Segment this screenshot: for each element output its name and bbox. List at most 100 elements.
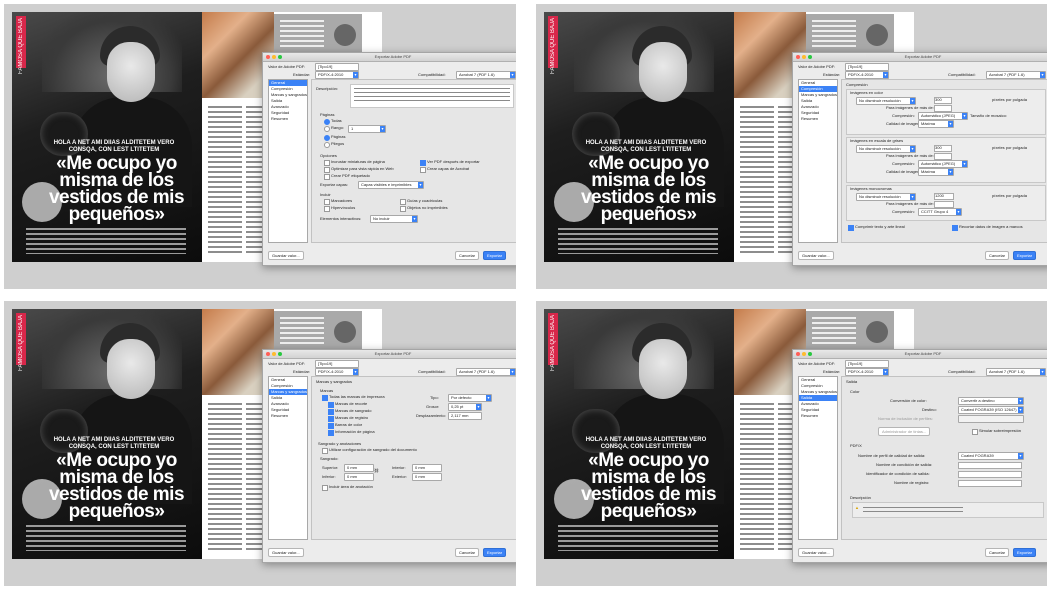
close-icon[interactable] bbox=[796, 55, 800, 59]
all-pages-radio[interactable] bbox=[324, 119, 330, 125]
standard-select[interactable]: PDF/X-4:2010 ▾ bbox=[845, 71, 889, 79]
bleed-outside-input[interactable]: 0 mm bbox=[412, 473, 442, 481]
minimize-icon[interactable] bbox=[802, 55, 806, 59]
compat-select[interactable]: Acrobat 7 (PDF 1.6) ▾ bbox=[456, 71, 516, 79]
close-icon[interactable] bbox=[266, 55, 270, 59]
section-title: Marcas y sangrados bbox=[316, 379, 353, 384]
preset-select[interactable]: [Tipo19] bbox=[315, 63, 359, 71]
bleed-section-label: Sangrado y anotaciones bbox=[318, 441, 362, 446]
condition-id-input[interactable] bbox=[958, 471, 1022, 478]
crop-marks-checkbox[interactable] bbox=[328, 402, 334, 408]
zoom-icon[interactable] bbox=[278, 352, 282, 356]
color-above-input[interactable] bbox=[934, 105, 952, 112]
mono-compression-select[interactable]: CCITT Grupo 4 ▾ bbox=[918, 208, 962, 216]
cancel-button[interactable]: Cancelar bbox=[455, 251, 480, 260]
color-conversion-select[interactable]: Convertir a destino ▾ bbox=[958, 397, 1024, 405]
registry-name-input[interactable] bbox=[958, 480, 1022, 487]
mono-downsample-select[interactable]: No disminuir resolución ▾ bbox=[856, 193, 916, 201]
marks-offset-input[interactable]: 2,117 mm bbox=[448, 412, 482, 420]
minimize-icon[interactable] bbox=[272, 352, 276, 356]
reg-marks-checkbox[interactable] bbox=[328, 416, 334, 422]
color-bars-checkbox[interactable] bbox=[328, 423, 334, 429]
bleed-marks-checkbox[interactable] bbox=[328, 409, 334, 415]
use-doc-bleed-checkbox[interactable] bbox=[322, 448, 328, 454]
mono-above-input[interactable] bbox=[934, 201, 954, 208]
save-preset-button[interactable]: Guardar valor... bbox=[798, 548, 834, 557]
sidebar-item-summary[interactable]: Resumen bbox=[269, 413, 307, 419]
standard-select[interactable]: PDF/X-4:2010 ▾ bbox=[845, 368, 889, 376]
export-button[interactable]: Exportar bbox=[1013, 548, 1037, 557]
simulate-overprint-checkbox[interactable] bbox=[972, 429, 978, 435]
non-printing-checkbox[interactable] bbox=[400, 206, 406, 212]
condition-name-input[interactable] bbox=[958, 462, 1022, 469]
bleed-bottom-input[interactable]: 0 mm bbox=[344, 473, 374, 481]
gray-downsample-select[interactable]: No disminuir resolución ▾ bbox=[856, 145, 916, 153]
thumbnails-checkbox[interactable] bbox=[324, 160, 330, 166]
sidebar-item-summary[interactable]: Resumen bbox=[799, 413, 837, 419]
cancel-button[interactable]: Cancelar bbox=[985, 251, 1010, 260]
compat-select[interactable]: Acrobat 7 (PDF 1.6) ▾ bbox=[986, 71, 1046, 79]
text-column bbox=[740, 106, 774, 256]
all-marks-checkbox[interactable] bbox=[322, 395, 328, 401]
sidebar-item-summary[interactable]: Resumen bbox=[269, 116, 307, 122]
bleed-top-input[interactable]: 0 mm bbox=[344, 464, 374, 472]
acrobat-layers-checkbox[interactable] bbox=[420, 167, 426, 173]
tagged-pdf-checkbox[interactable] bbox=[324, 174, 330, 180]
marks-weight-select[interactable]: 0,25 pt ▾ bbox=[448, 403, 482, 411]
color-downsample-select[interactable]: No disminuir resolución ▾ bbox=[856, 97, 916, 105]
gray-above-input[interactable] bbox=[934, 153, 952, 160]
gray-quality-select[interactable]: Máxima ▾ bbox=[918, 168, 954, 176]
profile-policy-select[interactable] bbox=[958, 415, 1024, 423]
hyperlinks-checkbox[interactable] bbox=[324, 206, 330, 212]
minimize-icon[interactable] bbox=[272, 55, 276, 59]
range-radio[interactable] bbox=[324, 126, 330, 132]
preset-select[interactable]: [Tipo19] bbox=[845, 63, 889, 71]
view-after-checkbox[interactable] bbox=[420, 160, 426, 166]
crop-images-checkbox[interactable] bbox=[952, 225, 958, 231]
slug-checkbox[interactable] bbox=[322, 485, 328, 491]
export-button[interactable]: Exportar bbox=[1013, 251, 1037, 260]
export-button[interactable]: Exportar bbox=[483, 548, 507, 557]
preset-select[interactable]: [Tipo19] bbox=[845, 360, 889, 368]
options-label: Opciones bbox=[320, 153, 337, 158]
close-icon[interactable] bbox=[796, 352, 800, 356]
standard-select[interactable]: PDF/X-4:2010 ▾ bbox=[315, 71, 359, 79]
export-layers-select[interactable]: Capas visibles e imprimibles ▾ bbox=[358, 181, 424, 189]
bookmarks-checkbox[interactable] bbox=[324, 199, 330, 205]
color-compression-select[interactable]: Automático (JPEG) ▾ bbox=[918, 112, 968, 120]
compat-select[interactable]: Acrobat 7 (PDF 1.6) ▾ bbox=[456, 368, 516, 376]
description-box[interactable] bbox=[350, 84, 514, 108]
ink-manager-button[interactable]: Administrador de tintas... bbox=[878, 427, 931, 436]
spreads-radio[interactable] bbox=[324, 142, 330, 148]
close-icon[interactable] bbox=[266, 352, 270, 356]
cancel-button[interactable]: Cancelar bbox=[985, 548, 1010, 557]
cancel-button[interactable]: Cancelar bbox=[455, 548, 480, 557]
save-preset-button[interactable]: Guardar valor... bbox=[268, 251, 304, 260]
minimize-icon[interactable] bbox=[802, 352, 806, 356]
marks-type-select[interactable]: Por defecto ▾ bbox=[448, 394, 492, 402]
standard-select[interactable]: PDF/X-4:2010 ▾ bbox=[315, 368, 359, 376]
link-icon[interactable]: ⛓ bbox=[374, 468, 379, 473]
output-intent-select[interactable]: Coated FOGRA39 ▾ bbox=[958, 452, 1024, 460]
gray-compression-select[interactable]: Automático (JPEG) ▾ bbox=[918, 160, 968, 168]
pages-radio[interactable] bbox=[324, 135, 330, 141]
zoom-icon[interactable] bbox=[808, 55, 812, 59]
destination-select[interactable]: Coated FOGRA39 (ISO 12647) ▾ bbox=[958, 406, 1024, 414]
guides-checkbox[interactable] bbox=[400, 199, 406, 205]
compress-text-checkbox[interactable] bbox=[848, 225, 854, 231]
save-preset-button[interactable]: Guardar valor... bbox=[798, 251, 834, 260]
compat-select[interactable]: Acrobat 7 (PDF 1.6) ▾ bbox=[986, 368, 1046, 376]
fast-web-checkbox[interactable] bbox=[324, 167, 330, 173]
page-info-checkbox[interactable] bbox=[328, 430, 334, 436]
range-input[interactable]: 1 ▾ bbox=[348, 125, 386, 133]
dialog-title: Exportar Adobe PDF bbox=[263, 350, 516, 359]
preset-select[interactable]: [Tipo19] bbox=[315, 360, 359, 368]
interactive-select[interactable]: No incluir ▾ bbox=[370, 215, 418, 223]
save-preset-button[interactable]: Guardar valor... bbox=[268, 548, 304, 557]
export-button[interactable]: Exportar bbox=[483, 251, 507, 260]
color-quality-select[interactable]: Máxima ▾ bbox=[918, 120, 954, 128]
sidebar-item-summary[interactable]: Resumen bbox=[799, 116, 837, 122]
zoom-icon[interactable] bbox=[808, 352, 812, 356]
bleed-inside-input[interactable]: 0 mm bbox=[412, 464, 442, 472]
zoom-icon[interactable] bbox=[278, 55, 282, 59]
